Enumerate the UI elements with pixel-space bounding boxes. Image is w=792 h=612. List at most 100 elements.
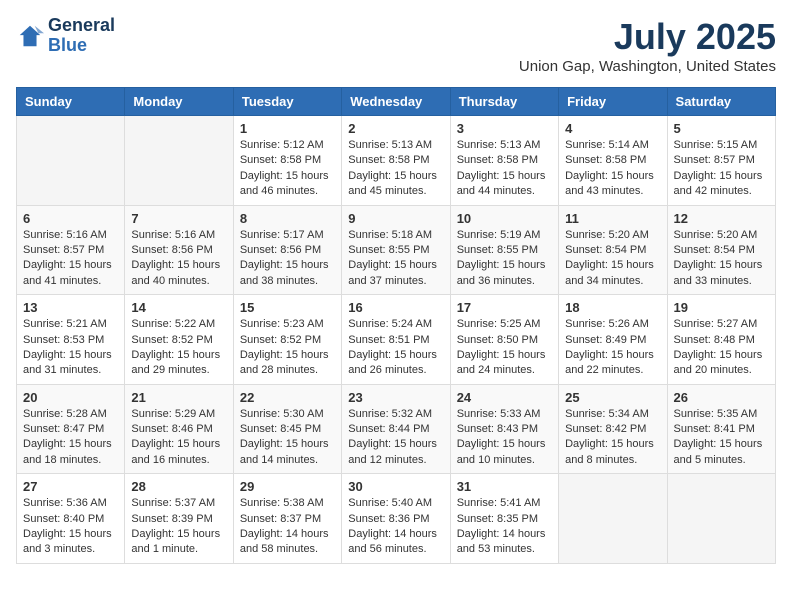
logo: General Blue <box>16 16 115 56</box>
day-info: Sunrise: 5:16 AM Sunset: 8:57 PM Dayligh… <box>23 228 118 290</box>
month-title: July 2025 <box>519 16 776 58</box>
day-info: Sunrise: 5:32 AM Sunset: 8:44 PM Dayligh… <box>348 407 443 469</box>
calendar-cell: 23 Sunrise: 5:32 AM Sunset: 8:44 PM Dayli… <box>342 384 450 474</box>
day-number: 13 <box>23 300 118 315</box>
calendar-cell <box>17 116 125 206</box>
calendar-cell: 7 Sunrise: 5:16 AM Sunset: 8:56 PM Daylig… <box>125 205 233 295</box>
day-number: 31 <box>457 479 552 494</box>
calendar-cell: 2Sunrise: 5:13 AM Sunset: 8:58 PM Daylig… <box>342 116 450 206</box>
day-number: 22 <box>240 390 335 405</box>
day-number: 1 <box>240 121 335 136</box>
day-info: Sunrise: 5:14 AM Sunset: 8:58 PM Dayligh… <box>565 138 660 200</box>
day-info: Sunrise: 5:22 AM Sunset: 8:52 PM Dayligh… <box>131 317 226 379</box>
day-number: 8 <box>240 211 335 226</box>
calendar-cell: 9Sunrise: 5:18 AM Sunset: 8:55 PM Daylig… <box>342 205 450 295</box>
calendar-cell: 11 Sunrise: 5:20 AM Sunset: 8:54 PM Dayli… <box>559 205 667 295</box>
calendar-cell: 29Sunrise: 5:38 AM Sunset: 8:37 PM Dayli… <box>233 474 341 564</box>
day-number: 16 <box>348 300 443 315</box>
day-info: Sunrise: 5:25 AM Sunset: 8:50 PM Dayligh… <box>457 317 552 379</box>
day-number: 19 <box>674 300 769 315</box>
calendar-cell: 31 Sunrise: 5:41 AM Sunset: 8:35 PM Dayli… <box>450 474 558 564</box>
calendar-cell: 15 Sunrise: 5:23 AM Sunset: 8:52 PM Dayli… <box>233 295 341 385</box>
day-number: 5 <box>674 121 769 136</box>
day-info: Sunrise: 5:41 AM Sunset: 8:35 PM Dayligh… <box>457 496 552 558</box>
day-info: Sunrise: 5:12 AM Sunset: 8:58 PM Dayligh… <box>240 138 335 200</box>
calendar-cell: 21 Sunrise: 5:29 AM Sunset: 8:46 PM Dayli… <box>125 384 233 474</box>
calendar-cell: 24 Sunrise: 5:33 AM Sunset: 8:43 PM Dayli… <box>450 384 558 474</box>
day-number: 21 <box>131 390 226 405</box>
calendar-week-row: 13 Sunrise: 5:21 AM Sunset: 8:53 PM Dayli… <box>17 295 776 385</box>
calendar-cell: 14Sunrise: 5:22 AM Sunset: 8:52 PM Dayli… <box>125 295 233 385</box>
weekday-header: Friday <box>559 88 667 116</box>
day-number: 6 <box>23 211 118 226</box>
calendar-week-row: 6 Sunrise: 5:16 AM Sunset: 8:57 PM Daylig… <box>17 205 776 295</box>
day-number: 9 <box>348 211 443 226</box>
day-info: Sunrise: 5:17 AM Sunset: 8:56 PM Dayligh… <box>240 228 335 290</box>
calendar-cell: 5 Sunrise: 5:15 AM Sunset: 8:57 PM Daylig… <box>667 116 775 206</box>
calendar-cell: 10 Sunrise: 5:19 AM Sunset: 8:55 PM Dayli… <box>450 205 558 295</box>
calendar-cell: 18Sunrise: 5:26 AM Sunset: 8:49 PM Dayli… <box>559 295 667 385</box>
logo-icon <box>16 22 44 50</box>
day-number: 11 <box>565 211 660 226</box>
day-info: Sunrise: 5:27 AM Sunset: 8:48 PM Dayligh… <box>674 317 769 379</box>
day-info: Sunrise: 5:16 AM Sunset: 8:56 PM Dayligh… <box>131 228 226 290</box>
weekday-header: Tuesday <box>233 88 341 116</box>
day-number: 7 <box>131 211 226 226</box>
day-number: 17 <box>457 300 552 315</box>
day-number: 30 <box>348 479 443 494</box>
day-info: Sunrise: 5:40 AM Sunset: 8:36 PM Dayligh… <box>348 496 443 558</box>
calendar-cell: 4 Sunrise: 5:14 AM Sunset: 8:58 PM Daylig… <box>559 116 667 206</box>
calendar-cell: 25 Sunrise: 5:34 AM Sunset: 8:42 PM Dayli… <box>559 384 667 474</box>
day-number: 26 <box>674 390 769 405</box>
calendar-cell: 19 Sunrise: 5:27 AM Sunset: 8:48 PM Dayli… <box>667 295 775 385</box>
day-info: Sunrise: 5:36 AM Sunset: 8:40 PM Dayligh… <box>23 496 118 558</box>
day-info: Sunrise: 5:15 AM Sunset: 8:57 PM Dayligh… <box>674 138 769 200</box>
day-number: 25 <box>565 390 660 405</box>
day-number: 20 <box>23 390 118 405</box>
day-info: Sunrise: 5:35 AM Sunset: 8:41 PM Dayligh… <box>674 407 769 469</box>
day-info: Sunrise: 5:21 AM Sunset: 8:53 PM Dayligh… <box>23 317 118 379</box>
day-info: Sunrise: 5:20 AM Sunset: 8:54 PM Dayligh… <box>674 228 769 290</box>
calendar-cell: 27 Sunrise: 5:36 AM Sunset: 8:40 PM Dayli… <box>17 474 125 564</box>
day-info: Sunrise: 5:20 AM Sunset: 8:54 PM Dayligh… <box>565 228 660 290</box>
calendar-cell: 1 Sunrise: 5:12 AM Sunset: 8:58 PM Daylig… <box>233 116 341 206</box>
title-block: July 2025 Union Gap, Washington, United … <box>519 16 776 75</box>
calendar-week-row: 1 Sunrise: 5:12 AM Sunset: 8:58 PM Daylig… <box>17 116 776 206</box>
calendar-cell: 30 Sunrise: 5:40 AM Sunset: 8:36 PM Dayli… <box>342 474 450 564</box>
logo-general: General <box>48 15 115 35</box>
day-info: Sunrise: 5:33 AM Sunset: 8:43 PM Dayligh… <box>457 407 552 469</box>
calendar-cell: 22 Sunrise: 5:30 AM Sunset: 8:45 PM Dayli… <box>233 384 341 474</box>
calendar-cell: 8 Sunrise: 5:17 AM Sunset: 8:56 PM Daylig… <box>233 205 341 295</box>
day-info: Sunrise: 5:38 AM Sunset: 8:37 PM Dayligh… <box>240 496 335 558</box>
weekday-header: Monday <box>125 88 233 116</box>
calendar-cell <box>125 116 233 206</box>
day-info: Sunrise: 5:37 AM Sunset: 8:39 PM Dayligh… <box>131 496 226 558</box>
location-title: Union Gap, Washington, United States <box>519 58 776 75</box>
day-number: 10 <box>457 211 552 226</box>
day-info: Sunrise: 5:29 AM Sunset: 8:46 PM Dayligh… <box>131 407 226 469</box>
day-number: 27 <box>23 479 118 494</box>
calendar-cell: 26 Sunrise: 5:35 AM Sunset: 8:41 PM Dayli… <box>667 384 775 474</box>
day-info: Sunrise: 5:24 AM Sunset: 8:51 PM Dayligh… <box>348 317 443 379</box>
day-number: 12 <box>674 211 769 226</box>
calendar-cell: 12 Sunrise: 5:20 AM Sunset: 8:54 PM Dayli… <box>667 205 775 295</box>
weekday-header: Wednesday <box>342 88 450 116</box>
calendar-week-row: 20Sunrise: 5:28 AM Sunset: 8:47 PM Dayli… <box>17 384 776 474</box>
day-info: Sunrise: 5:34 AM Sunset: 8:42 PM Dayligh… <box>565 407 660 469</box>
weekday-header: Thursday <box>450 88 558 116</box>
day-info: Sunrise: 5:30 AM Sunset: 8:45 PM Dayligh… <box>240 407 335 469</box>
day-info: Sunrise: 5:13 AM Sunset: 8:58 PM Dayligh… <box>457 138 552 200</box>
day-info: Sunrise: 5:23 AM Sunset: 8:52 PM Dayligh… <box>240 317 335 379</box>
calendar-cell: 28Sunrise: 5:37 AM Sunset: 8:39 PM Dayli… <box>125 474 233 564</box>
day-number: 15 <box>240 300 335 315</box>
day-number: 24 <box>457 390 552 405</box>
calendar: SundayMondayTuesdayWednesdayThursdayFrid… <box>16 87 776 564</box>
day-info: Sunrise: 5:19 AM Sunset: 8:55 PM Dayligh… <box>457 228 552 290</box>
calendar-cell: 6 Sunrise: 5:16 AM Sunset: 8:57 PM Daylig… <box>17 205 125 295</box>
day-info: Sunrise: 5:13 AM Sunset: 8:58 PM Dayligh… <box>348 138 443 200</box>
day-info: Sunrise: 5:26 AM Sunset: 8:49 PM Dayligh… <box>565 317 660 379</box>
day-number: 4 <box>565 121 660 136</box>
day-number: 23 <box>348 390 443 405</box>
logo-text: General Blue <box>48 16 115 56</box>
day-number: 3 <box>457 121 552 136</box>
